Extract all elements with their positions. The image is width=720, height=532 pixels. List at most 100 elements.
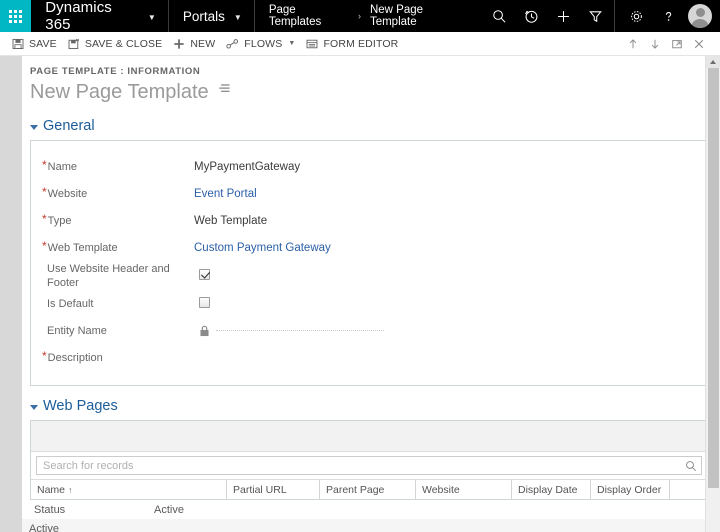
web-pages-section: Web Pages Name [30, 398, 708, 500]
required-indicator: * [42, 212, 47, 226]
breadcrumb-item-current[interactable]: New Page Template [370, 4, 470, 28]
app-name-dropdown[interactable]: Dynamics 365 ▼ [31, 0, 169, 33]
field-label-name: * Name [42, 159, 194, 174]
previous-record-up-arrow-icon[interactable] [622, 32, 644, 56]
top-navigation-bar: Dynamics 365 ▼ Portals ▼ Page Templates … [0, 0, 720, 33]
new-button[interactable]: New [171, 32, 224, 56]
search-input[interactable] [37, 459, 681, 472]
subgrid-search-row [31, 451, 707, 480]
recent-icon[interactable] [516, 0, 546, 32]
flows-label: Flows [244, 37, 283, 50]
breadcrumb: Page Templates › New Page Template [255, 0, 484, 32]
general-section: General * Name MyPaymentGateway * Websit… [30, 118, 708, 386]
column-header-name[interactable]: Name ↑ [31, 480, 227, 499]
field-value-entity-name [199, 325, 693, 337]
general-section-title: General [43, 118, 95, 134]
column-header-website[interactable]: Website [416, 480, 512, 499]
field-label-description: * Description [42, 350, 194, 365]
label-text: Website [47, 188, 88, 200]
save-and-close-label: Save & Close [84, 37, 163, 50]
field-row-entity-name: Entity Name [42, 317, 693, 344]
field-value-use-website-header-footer [199, 268, 693, 283]
nav-icon-group [484, 0, 614, 32]
label-text: Web Template [47, 242, 118, 254]
checkbox-is-default[interactable] [199, 296, 210, 308]
field-value-name[interactable]: MyPaymentGateway [194, 161, 693, 173]
flows-button[interactable]: Flows ▼ [224, 32, 304, 56]
required-indicator: * [42, 349, 47, 363]
field-value-web-template-lookup[interactable]: Custom Payment Gateway [194, 242, 693, 254]
field-label-website: * Website [42, 186, 194, 201]
field-label-entity-name: Entity Name [47, 323, 199, 338]
nav-settings-group [614, 0, 720, 32]
web-pages-subgrid: Name ↑ Partial URL Parent Page Website D… [30, 420, 708, 500]
web-pages-section-header[interactable]: Web Pages [30, 398, 708, 414]
popout-icon[interactable] [666, 32, 688, 56]
chevron-down-icon: ▼ [147, 12, 156, 22]
vertical-scrollbar[interactable] [705, 56, 720, 532]
status-row: Status Active [22, 500, 720, 519]
settings-gear-icon[interactable] [621, 0, 651, 32]
field-value-type[interactable]: Web Template [194, 215, 693, 227]
column-header-partial-url[interactable]: Partial URL [227, 480, 320, 499]
page-title: New Page Template [30, 81, 209, 103]
required-indicator: * [42, 239, 47, 253]
breadcrumb-item-page-templates[interactable]: Page Templates [269, 4, 349, 28]
label-text: Name [47, 161, 78, 173]
field-label-type: * Type [42, 213, 194, 228]
field-value-website-lookup[interactable]: Event Portal [194, 188, 693, 200]
required-indicator: * [42, 185, 47, 199]
column-header-display-date[interactable]: Display Date [512, 480, 591, 499]
user-avatar[interactable] [688, 4, 712, 28]
column-header-display-order[interactable]: Display Order [591, 480, 670, 499]
web-pages-section-title: Web Pages [43, 398, 118, 414]
form-editor-button[interactable]: Form Editor [304, 32, 407, 56]
field-row-is-default: Is Default [42, 290, 693, 317]
field-row-type: * Type Web Template [42, 207, 693, 234]
breadcrumb-separator-icon: › [357, 11, 361, 21]
label-text: Entity Name [47, 325, 107, 337]
required-indicator: * [42, 158, 47, 172]
general-field-container: * Name MyPaymentGateway * Website Event … [30, 140, 708, 386]
column-header-parent-page[interactable]: Parent Page [320, 480, 416, 499]
waffle-grid-icon [9, 9, 23, 23]
chevron-down-icon: ▼ [288, 40, 296, 47]
status-rows: Status Active Active [22, 500, 720, 532]
help-icon[interactable] [653, 0, 683, 32]
field-label-is-default: Is Default [47, 296, 199, 311]
field-row-use-website-header-footer: Use Website Header and Footer [42, 261, 693, 290]
save-and-close-button[interactable]: Save & Close [66, 32, 171, 56]
collapse-triangle-icon [30, 125, 38, 130]
filter-icon[interactable] [580, 0, 610, 32]
app-launcher-button[interactable] [0, 0, 32, 32]
next-record-down-arrow-icon[interactable] [644, 32, 666, 56]
field-row-description: * Description [42, 344, 693, 371]
label-text: Description [47, 352, 103, 364]
scroll-up-button[interactable] [706, 56, 720, 68]
save-button[interactable]: Save [10, 32, 66, 56]
record-form: Page Template : Information New Page Tem… [22, 56, 720, 532]
area-name-label: Portals [182, 8, 225, 24]
quick-create-icon[interactable] [548, 0, 578, 32]
form-selector-icon[interactable] [218, 82, 231, 102]
status-value: Active [154, 503, 184, 516]
field-label-use-website-header-footer: Use Website Header and Footer [47, 261, 199, 290]
search-icon[interactable] [484, 0, 514, 32]
command-bar: Save Save & Close New Flows ▼ Form Edito… [0, 32, 720, 56]
search-icon[interactable] [681, 460, 701, 472]
general-section-header[interactable]: General [30, 118, 708, 134]
status-label: Status [34, 503, 66, 516]
lock-icon [200, 325, 209, 336]
status-footer-row: Active [22, 519, 720, 532]
checkbox-use-website-header-footer[interactable] [199, 268, 210, 280]
scrollbar-thumb[interactable] [708, 68, 719, 488]
locked-field-row [199, 325, 693, 337]
sort-ascending-icon: ↑ [68, 484, 73, 495]
form-kicker: Page Template : Information [30, 66, 201, 77]
field-row-name: * Name MyPaymentGateway [42, 153, 693, 180]
field-row-web-template: * Web Template Custom Payment Gateway [42, 234, 693, 261]
close-icon[interactable] [688, 32, 710, 56]
field-label-web-template: * Web Template [42, 240, 194, 255]
area-switcher-dropdown[interactable]: Portals ▼ [169, 0, 255, 32]
chevron-down-icon: ▼ [233, 12, 242, 22]
